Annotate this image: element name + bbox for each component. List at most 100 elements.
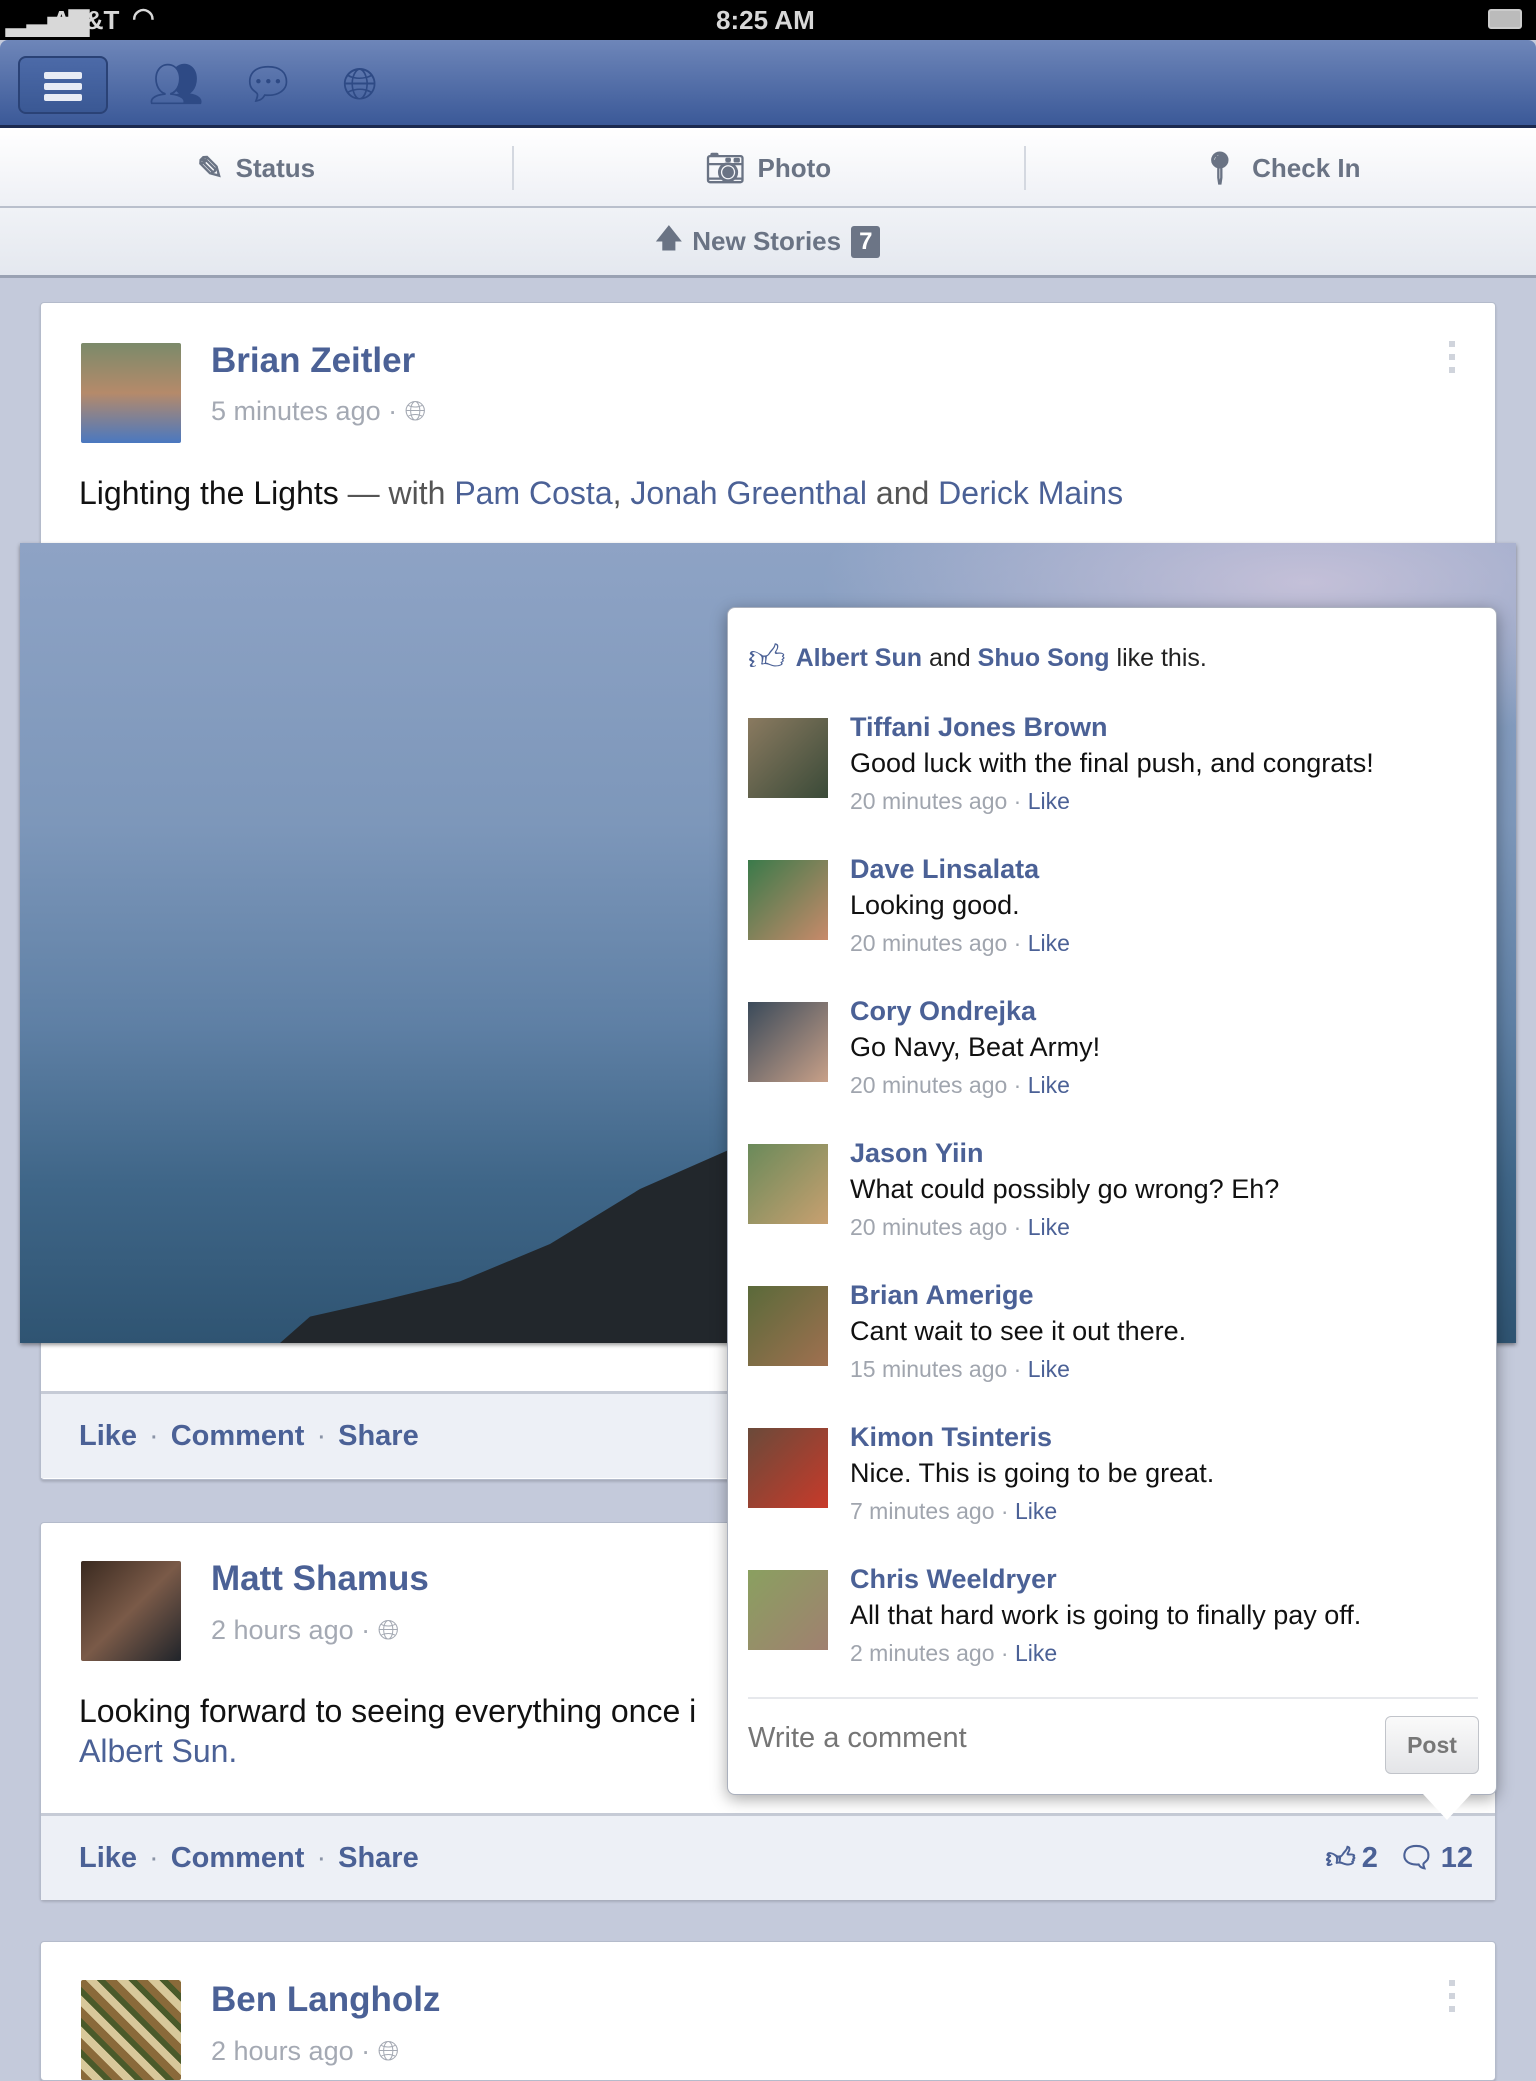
more-options-icon[interactable] xyxy=(1449,1980,1455,2014)
commenter-avatar[interactable] xyxy=(748,1428,828,1508)
tagged-user[interactable]: Jonah Greenthal xyxy=(630,475,867,511)
messages-icon[interactable]: 💬︎ xyxy=(240,60,296,110)
commenter-name[interactable]: Kimon Tsinteris xyxy=(850,1422,1052,1453)
friends-icon[interactable]: 👥︎ xyxy=(148,60,204,110)
author-name[interactable]: Ben Langholz xyxy=(211,1980,440,2020)
commenter-avatar[interactable] xyxy=(748,718,828,798)
commenter-avatar[interactable] xyxy=(748,1144,828,1224)
globe-icon[interactable]: 🌐︎ xyxy=(332,60,388,110)
tagged-user[interactable]: Derick Mains xyxy=(938,475,1123,511)
commenter-name[interactable]: Chris Weeldryer xyxy=(850,1564,1057,1595)
post-time: 5 minutes ago · 🌐︎ xyxy=(211,396,427,426)
like-button[interactable]: Like xyxy=(79,1842,137,1875)
separator: · xyxy=(316,1419,327,1452)
like-count: 2 xyxy=(1361,1841,1378,1874)
author-name[interactable]: Brian Zeitler xyxy=(211,341,415,381)
commenter-name[interactable]: Brian Amerige xyxy=(850,1280,1034,1311)
comment-like-button[interactable]: Like xyxy=(1028,1214,1070,1240)
edit-icon: ✎ xyxy=(196,150,224,186)
globe-icon: 🌐︎ xyxy=(377,1615,400,1645)
divider xyxy=(748,1697,1478,1699)
post-title: Lighting the Lights xyxy=(79,475,339,511)
photo-button[interactable]: 📷︎ Photo xyxy=(512,128,1024,208)
post-card: Ben Langholz 2 hours ago · 🌐︎ xyxy=(40,1941,1496,2081)
clock: 8:25 AM xyxy=(716,5,815,35)
comment-item: Brian Amerige Cant wait to see it out th… xyxy=(748,1280,1478,1400)
comment-text: Nice. This is going to be great. xyxy=(850,1458,1215,1488)
like-button[interactable]: Like xyxy=(79,1420,137,1453)
with-prefix: — with xyxy=(338,475,455,511)
commenter-avatar[interactable] xyxy=(748,860,828,940)
comment-like-button[interactable]: Like xyxy=(1028,1356,1070,1382)
comment-text: Looking good. xyxy=(850,890,1020,920)
comment-text: Good luck with the final push, and congr… xyxy=(850,748,1374,778)
comment-like-button[interactable]: Like xyxy=(1015,1498,1057,1524)
commenter-name[interactable]: Cory Ondrejka xyxy=(850,996,1036,1027)
tagged-user[interactable]: Pam Costa xyxy=(454,475,612,511)
comment-like-button[interactable]: Like xyxy=(1028,1072,1070,1098)
globe-icon: 🌐︎ xyxy=(404,396,427,426)
comment-meta: 20 minutes ago · Like xyxy=(850,930,1070,956)
more-options-icon[interactable] xyxy=(1449,341,1455,375)
separator: and xyxy=(867,475,939,511)
share-button[interactable]: Share xyxy=(338,1842,419,1875)
comment-like-button[interactable]: Like xyxy=(1028,930,1070,956)
separator: · xyxy=(316,1841,327,1874)
author-name[interactable]: Matt Shamus xyxy=(211,1559,429,1599)
commenter-name[interactable]: Tiffani Jones Brown xyxy=(850,712,1108,743)
comment-time: 20 minutes ago xyxy=(850,788,1008,814)
tagged-user[interactable]: Albert Sun. xyxy=(79,1733,237,1769)
liker-name[interactable]: Albert Sun xyxy=(796,644,922,672)
commenter-avatar[interactable] xyxy=(748,1570,828,1650)
comment-time: 20 minutes ago xyxy=(850,1214,1008,1240)
separator: · xyxy=(149,1841,159,1874)
post-body: Looking forward to seeing everything onc… xyxy=(79,1693,697,1729)
liker-name[interactable]: Shuo Song xyxy=(978,644,1110,672)
avatar[interactable] xyxy=(81,1980,181,2080)
comment-meta: 20 minutes ago · Like xyxy=(850,1214,1070,1240)
post-counts[interactable]: 👍︎ 2 🗨︎ 12 xyxy=(1325,1841,1473,1876)
comments-popover: 👍︎ Albert Sun and Shuo Song like this. T… xyxy=(727,607,1497,1820)
share-button[interactable]: Share xyxy=(338,1420,419,1453)
comment-button[interactable]: Comment xyxy=(171,1842,305,1875)
comment-like-button[interactable]: Like xyxy=(1015,1640,1057,1666)
comment-text: Cant wait to see it out there. xyxy=(850,1316,1187,1346)
new-stories-label: New Stories xyxy=(692,226,842,256)
comment-meta: 7 minutes ago · Like xyxy=(850,1498,1058,1524)
post-actions: Like · Comment · Share 👍︎ 2 🗨︎ 12 xyxy=(41,1813,1495,1900)
avatar[interactable] xyxy=(81,343,181,443)
arrow-up-icon: 🡅 xyxy=(655,222,683,253)
check-in-button[interactable]: 📍︎ Check In xyxy=(1024,128,1536,208)
likes-summary: 👍︎ Albert Sun and Shuo Song like this. xyxy=(748,636,1207,680)
timestamp: 2 hours ago xyxy=(211,2036,354,2066)
comment-input[interactable] xyxy=(748,1722,1308,1755)
new-stories-button[interactable]: 🡅 New Stories 7 xyxy=(0,208,1536,278)
comment-item: Tiffani Jones Brown Good luck with the f… xyxy=(748,712,1478,832)
check-in-label: Check In xyxy=(1252,152,1361,183)
post-comment-button[interactable]: Post xyxy=(1385,1716,1479,1774)
battery-icon xyxy=(1488,9,1522,29)
post-text: Lighting the Lights — with Pam Costa, Jo… xyxy=(79,473,1123,513)
camera-icon: 📷︎ xyxy=(704,150,746,186)
comment-text: Go Navy, Beat Army! xyxy=(850,1032,1101,1062)
comment-time: 20 minutes ago xyxy=(850,1072,1008,1098)
post-time: 2 hours ago · 🌐︎ xyxy=(211,2036,400,2066)
commenter-avatar[interactable] xyxy=(748,1286,828,1366)
menu-button[interactable] xyxy=(18,56,108,114)
status-button[interactable]: ✎ Status xyxy=(0,128,512,208)
thumbs-up-icon: 👍︎ xyxy=(1325,1842,1356,1875)
commenter-name[interactable]: Dave Linsalata xyxy=(850,854,1039,885)
comment-time: 7 minutes ago xyxy=(850,1498,995,1524)
status-bar: ▂▃▅▇ AT&T ◠ 8:25 AM xyxy=(0,0,1536,40)
comment-bubble-icon: 🗨︎ xyxy=(1397,1842,1435,1874)
commenter-avatar[interactable] xyxy=(748,1002,828,1082)
comment-like-button[interactable]: Like xyxy=(1028,788,1070,814)
likes-conjunction: and xyxy=(922,643,978,672)
comment-meta: 2 minutes ago · Like xyxy=(850,1640,1058,1666)
comment-button[interactable]: Comment xyxy=(171,1420,305,1453)
commenter-name[interactable]: Jason Yiin xyxy=(850,1138,984,1169)
avatar[interactable] xyxy=(81,1561,181,1661)
carrier: AT&T xyxy=(52,5,120,35)
separator: , xyxy=(612,475,631,511)
comment-text: All that hard work is going to finally p… xyxy=(850,1600,1362,1630)
